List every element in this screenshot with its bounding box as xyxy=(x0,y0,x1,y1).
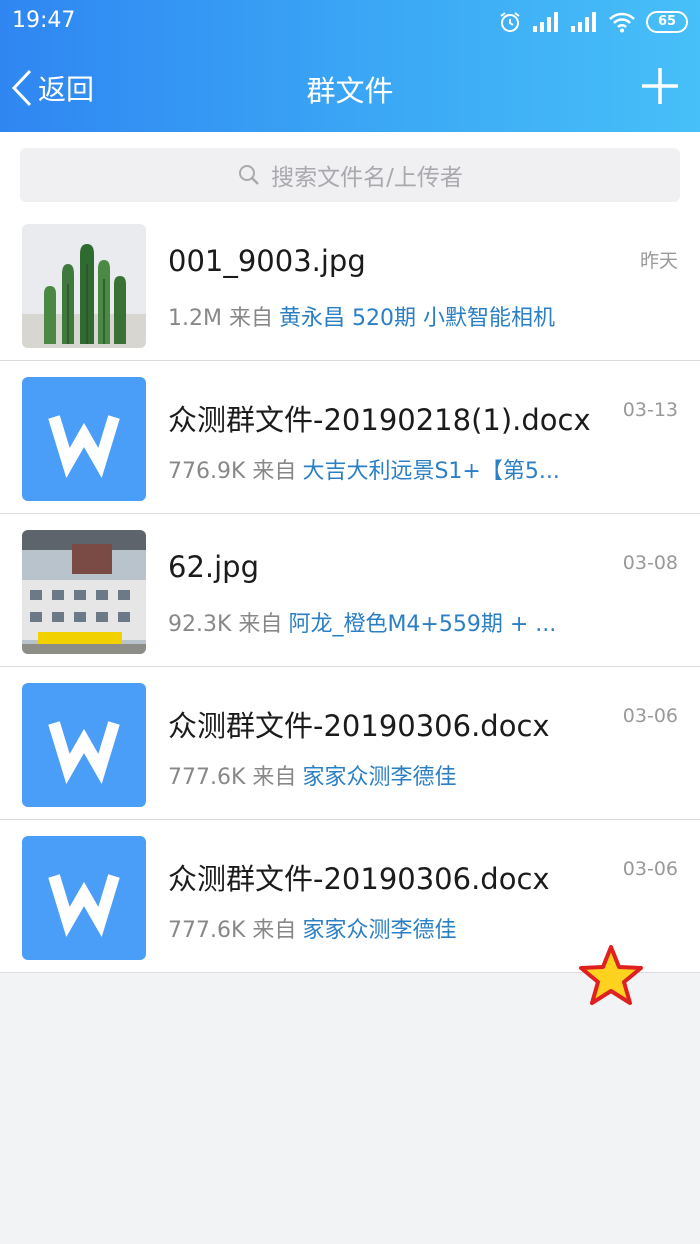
file-name: 62.jpg xyxy=(168,550,259,584)
signal-icon xyxy=(533,12,558,32)
header: 19:47 65 返回 群文件 xyxy=(0,0,700,132)
status-time: 19:47 xyxy=(12,8,76,33)
status-bar: 19:47 65 xyxy=(0,0,700,44)
uploader-link[interactable]: 家家众测李德佳 xyxy=(302,918,456,943)
file-name: 001_9003.jpg xyxy=(168,244,366,278)
file-row[interactable]: 众测群文件-20190218(1).docx 776.9K 来自 大吉大利远景S1… xyxy=(0,361,700,514)
uploader-link[interactable]: 黄永昌 520期 小默智能相机 xyxy=(279,306,555,331)
building-photo xyxy=(22,530,146,654)
alarm-icon xyxy=(500,12,520,32)
search-placeholder: 搜索文件名/上传者 xyxy=(271,165,463,191)
star-icon xyxy=(579,945,643,1005)
file-meta: 776.9K 来自 大吉大利远景S1+【第5... xyxy=(168,453,598,485)
file-size: 1.2M xyxy=(168,306,222,331)
word-icon xyxy=(22,836,146,960)
file-meta: 777.6K 来自 家家众测李德佳 xyxy=(168,759,598,791)
search-icon xyxy=(239,165,260,185)
search-area: 搜索文件名/上传者 xyxy=(0,132,700,212)
file-size: 777.6K xyxy=(168,765,246,790)
file-size: 777.6K xyxy=(168,918,246,943)
word-icon xyxy=(22,377,146,501)
battery-indicator: 65 xyxy=(646,11,688,33)
uploader-link[interactable]: 大吉大利远景S1+【第5... xyxy=(302,459,559,484)
search-input[interactable]: 搜索文件名/上传者 xyxy=(20,148,680,202)
navigation-bar: 返回 群文件 xyxy=(0,44,700,132)
word-icon xyxy=(22,683,146,807)
uploader-link[interactable]: 阿龙_橙色M4+559期 + ... xyxy=(288,612,556,637)
uploader-link[interactable]: 家家众测李德佳 xyxy=(302,765,456,790)
file-name: 众测群文件-20190306.docx xyxy=(168,709,550,743)
file-row[interactable]: 001_9003.jpg 1.2M 来自 黄永昌 520期 小默智能相机 昨天 xyxy=(0,208,700,361)
from-label: 来自 xyxy=(238,612,283,637)
page-title: 群文件 xyxy=(306,74,394,108)
file-date: 03-08 xyxy=(622,552,678,574)
file-date: 03-13 xyxy=(622,399,678,421)
file-date: 03-06 xyxy=(622,858,678,880)
file-name: 众测群文件-20190306.docx xyxy=(168,862,550,896)
from-label: 来自 xyxy=(252,918,297,943)
file-meta: 777.6K 来自 家家众测李德佳 xyxy=(168,912,598,944)
file-date: 昨天 xyxy=(639,250,678,272)
signal-icon-2 xyxy=(571,12,596,32)
file-meta: 92.3K 来自 阿龙_橙色M4+559期 + ... xyxy=(168,606,598,638)
add-icon[interactable] xyxy=(640,66,680,106)
from-label: 来自 xyxy=(228,306,273,331)
cactus-image xyxy=(22,224,146,348)
file-list: 001_9003.jpg 1.2M 来自 黄永昌 520期 小默智能相机 昨天 众… xyxy=(0,208,700,1005)
file-size: 92.3K xyxy=(168,612,232,637)
file-size: 776.9K xyxy=(168,459,246,484)
status-icons: 65 xyxy=(498,8,688,36)
file-date: 03-06 xyxy=(622,705,678,727)
file-row[interactable]: 众测群文件-20190306.docx 777.6K 来自 家家众测李德佳 03-… xyxy=(0,667,700,820)
file-row[interactable]: 62.jpg 92.3K 来自 阿龙_橙色M4+559期 + ... 03-08 xyxy=(0,514,700,667)
file-name: 众测群文件-20190218(1).docx xyxy=(168,403,591,437)
from-label: 来自 xyxy=(252,459,297,484)
file-row[interactable]: 众测群文件-20190306.docx 777.6K 来自 家家众测李德佳 03-… xyxy=(0,820,700,1005)
file-meta: 1.2M 来自 黄永昌 520期 小默智能相机 xyxy=(168,300,598,332)
from-label: 来自 xyxy=(252,765,297,790)
wifi-icon xyxy=(609,12,635,33)
